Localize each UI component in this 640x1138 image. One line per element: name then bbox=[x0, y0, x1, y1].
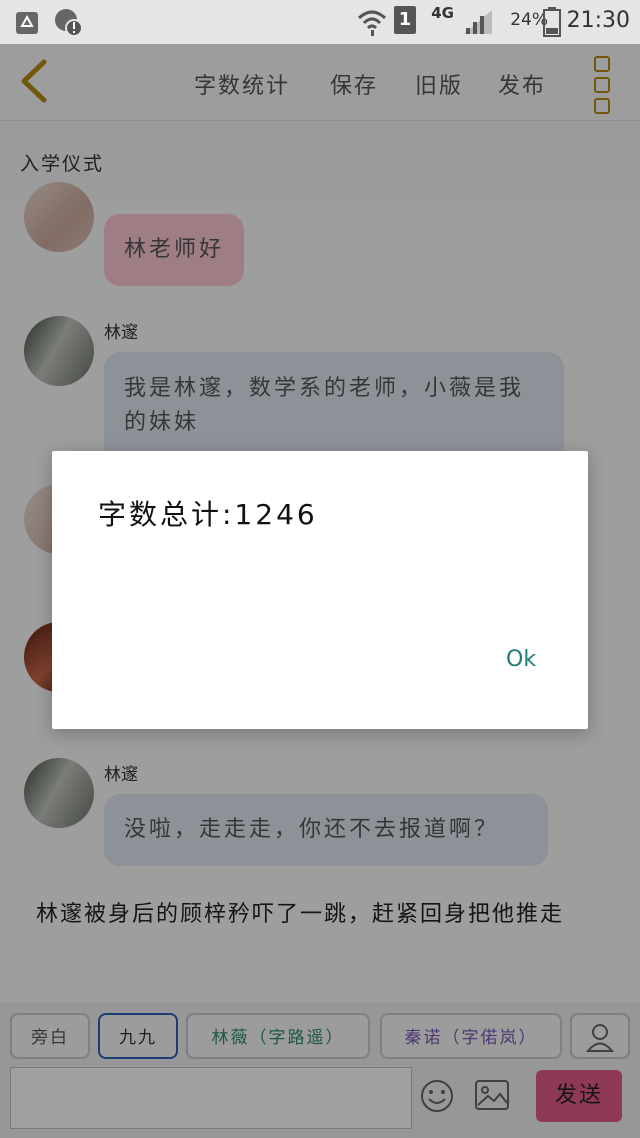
network-type: 4G bbox=[431, 4, 454, 22]
status-bar: 1 4G 24% 21:30 bbox=[0, 0, 640, 44]
signal-icon bbox=[464, 10, 492, 34]
wifi-icon bbox=[357, 10, 387, 36]
word-count-dialog: 字数总计:1246 Ok bbox=[52, 451, 588, 729]
recycle-icon bbox=[16, 12, 38, 34]
sim-indicator: 1 bbox=[394, 6, 416, 34]
battery-icon bbox=[543, 7, 561, 37]
dialog-message: 字数总计:1246 bbox=[98, 498, 318, 531]
ok-button[interactable]: Ok bbox=[506, 647, 536, 672]
alert-icon bbox=[55, 9, 83, 37]
clock: 21:30 bbox=[566, 8, 630, 33]
